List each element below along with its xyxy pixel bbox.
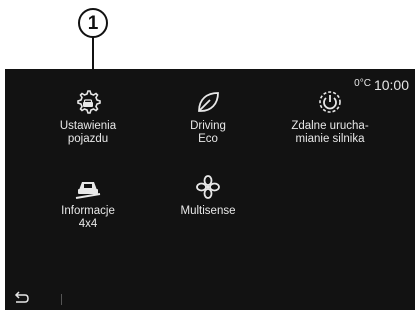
app-4x4-info[interactable]: Informacje 4x4 — [28, 174, 148, 231]
app-label: Multisense — [180, 205, 236, 217]
temperature: 0°C — [354, 78, 371, 89]
app-vehicle-settings[interactable]: Ustawienia pojazdu — [28, 89, 148, 146]
callout-marker: 1 — [78, 8, 108, 38]
app-driving-eco[interactable]: Driving Eco — [148, 89, 268, 146]
divider — [61, 294, 62, 305]
app-multisense[interactable]: Multisense — [148, 174, 268, 218]
callout-number: 1 — [87, 13, 99, 34]
back-arrow-icon[interactable] — [13, 291, 29, 305]
app-label: Informacje 4x4 — [61, 205, 115, 230]
vehicle-settings-icon — [77, 90, 101, 114]
app-label: Driving Eco — [190, 120, 226, 145]
remote-start-icon — [319, 91, 341, 113]
multisense-icon — [196, 175, 220, 199]
eco-leaf-icon — [198, 92, 219, 112]
bottom-bar — [5, 288, 415, 310]
4x4-vehicle-icon — [75, 182, 101, 199]
app-remote-engine-start[interactable]: Zdalne urucha- mianie silnika — [270, 89, 390, 146]
app-label: Zdalne urucha- mianie silnika — [291, 120, 369, 145]
head-unit-screen: 0°C 10:00 Ustawienia pojazdu Driving Eco … — [5, 69, 415, 310]
app-label: Ustawienia pojazdu — [59, 120, 117, 145]
